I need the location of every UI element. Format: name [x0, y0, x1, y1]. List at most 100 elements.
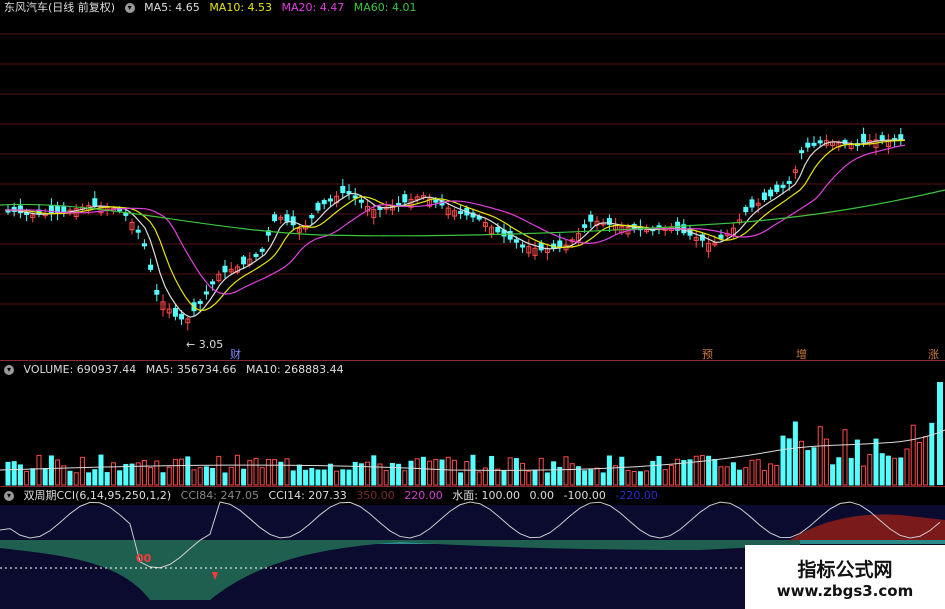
candle-body	[805, 142, 811, 148]
volume-bar	[166, 466, 172, 486]
volume-bar	[160, 472, 166, 486]
volume-bar	[687, 459, 693, 486]
volume-bar	[148, 467, 154, 486]
volume-bar	[774, 464, 780, 486]
volume-bar	[414, 458, 420, 486]
volume-bar	[501, 470, 507, 486]
candle-body	[358, 199, 364, 203]
candle-body	[520, 244, 526, 248]
cci84-value: CCI84: 247.05	[180, 489, 259, 502]
candle-body	[197, 300, 203, 304]
volume-bar	[296, 464, 302, 486]
watermark-url: www.zbgs3.com	[776, 582, 914, 600]
event-marker[interactable]: 涨	[928, 346, 939, 362]
volume-bar	[420, 456, 426, 486]
volume-bar	[234, 454, 240, 486]
volume-bar	[929, 422, 935, 486]
volume-bar	[656, 455, 662, 486]
volume-bar	[923, 436, 929, 486]
volume-bar	[885, 455, 891, 486]
candle-body	[290, 216, 296, 226]
volume-bar	[241, 468, 247, 486]
expand-toggle-icon[interactable]: ▾	[4, 365, 14, 375]
volume-bar	[544, 472, 550, 486]
volume-bar	[11, 461, 17, 486]
cci-panel-title: 双周期CCI(6,14,95,250,1,2)	[23, 489, 172, 502]
volume-bar	[619, 456, 625, 486]
candle-body	[148, 264, 154, 270]
volume-bar	[73, 472, 79, 486]
candle-body	[898, 134, 904, 141]
candle-body	[352, 195, 358, 199]
volume-bar	[582, 470, 588, 486]
volume-bar	[365, 461, 371, 486]
volume-bar	[613, 465, 619, 486]
volume-bar	[693, 455, 699, 486]
candle-body	[557, 240, 563, 247]
volume-bar	[129, 463, 135, 486]
event-marker[interactable]: 预	[702, 346, 713, 362]
volume-ma10-value: MA10: 268883.44	[245, 363, 344, 376]
volume-bar	[104, 472, 110, 486]
low-price-marker: ← 3.05	[186, 338, 224, 351]
volume-bar	[36, 454, 42, 486]
candle-body	[761, 192, 767, 201]
candle-body	[272, 214, 278, 222]
candle-body	[259, 248, 265, 252]
volume-bar	[718, 466, 724, 486]
volume-bar	[836, 457, 842, 486]
volume-bar	[30, 468, 36, 486]
chart-canvas	[0, 33, 945, 609]
volume-value: VOLUME: 690937.44	[23, 363, 137, 376]
candle-body	[718, 234, 724, 239]
volume-bar	[259, 467, 265, 486]
volume-bar	[458, 472, 464, 486]
volume-bar	[278, 461, 284, 486]
stock-chart-window: 东风汽车(日线 前复权) ▾ MA5: 4.65 MA10: 4.53 MA20…	[0, 0, 945, 609]
volume-bar	[737, 469, 743, 486]
candle-body	[786, 180, 792, 184]
ma10-line	[5, 139, 906, 312]
volume-bar	[191, 469, 197, 486]
volume-bar	[830, 464, 836, 486]
volume-bar	[910, 424, 916, 486]
volume-bar	[210, 468, 216, 486]
candle-body	[402, 194, 408, 203]
candle-body	[135, 229, 141, 233]
volume-bar	[904, 448, 910, 486]
level-220-value: 220.00	[404, 489, 443, 502]
volume-bar	[724, 466, 730, 486]
volume-bar	[439, 459, 445, 486]
expand-toggle-icon[interactable]: ▾	[4, 491, 14, 501]
volume-bar	[427, 460, 433, 486]
volume-bar	[86, 472, 92, 486]
volume-bar	[110, 462, 116, 486]
candle-body	[309, 215, 315, 219]
volume-bar	[699, 455, 705, 486]
volume-bar	[861, 465, 867, 486]
volume-bar	[383, 469, 389, 486]
candle-body	[743, 207, 749, 213]
volume-bar	[222, 472, 228, 486]
candle-body	[588, 214, 594, 222]
volume-panel-header: ▾ VOLUME: 690937.44 MA5: 356734.66 MA10:…	[4, 363, 350, 377]
volume-bar	[768, 463, 774, 486]
watermark-title: 指标公式网	[797, 559, 893, 581]
candle-body	[141, 243, 147, 247]
event-marker[interactable]: 财	[230, 346, 241, 362]
cci-signal-label: 00	[136, 552, 152, 565]
candle-body	[172, 308, 178, 317]
volume-bar	[476, 471, 482, 486]
volume-bar	[61, 465, 67, 486]
volume-bar	[662, 469, 668, 486]
volume-bar	[123, 463, 129, 486]
volume-bar	[879, 453, 885, 486]
volume-bar	[743, 467, 749, 486]
level-minus100-value: -100.00	[563, 489, 606, 502]
candle-body	[222, 265, 228, 273]
volume-bar	[848, 458, 854, 486]
volume-bar	[520, 462, 526, 486]
event-marker[interactable]: 增	[796, 346, 807, 362]
volume-bar	[600, 472, 606, 486]
candle-body	[879, 135, 885, 141]
